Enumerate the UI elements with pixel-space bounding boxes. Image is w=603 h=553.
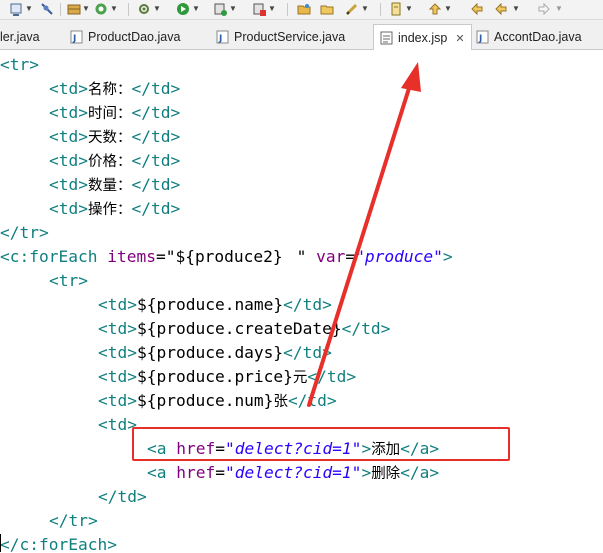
annotation-arrow-icon bbox=[307, 62, 421, 407]
